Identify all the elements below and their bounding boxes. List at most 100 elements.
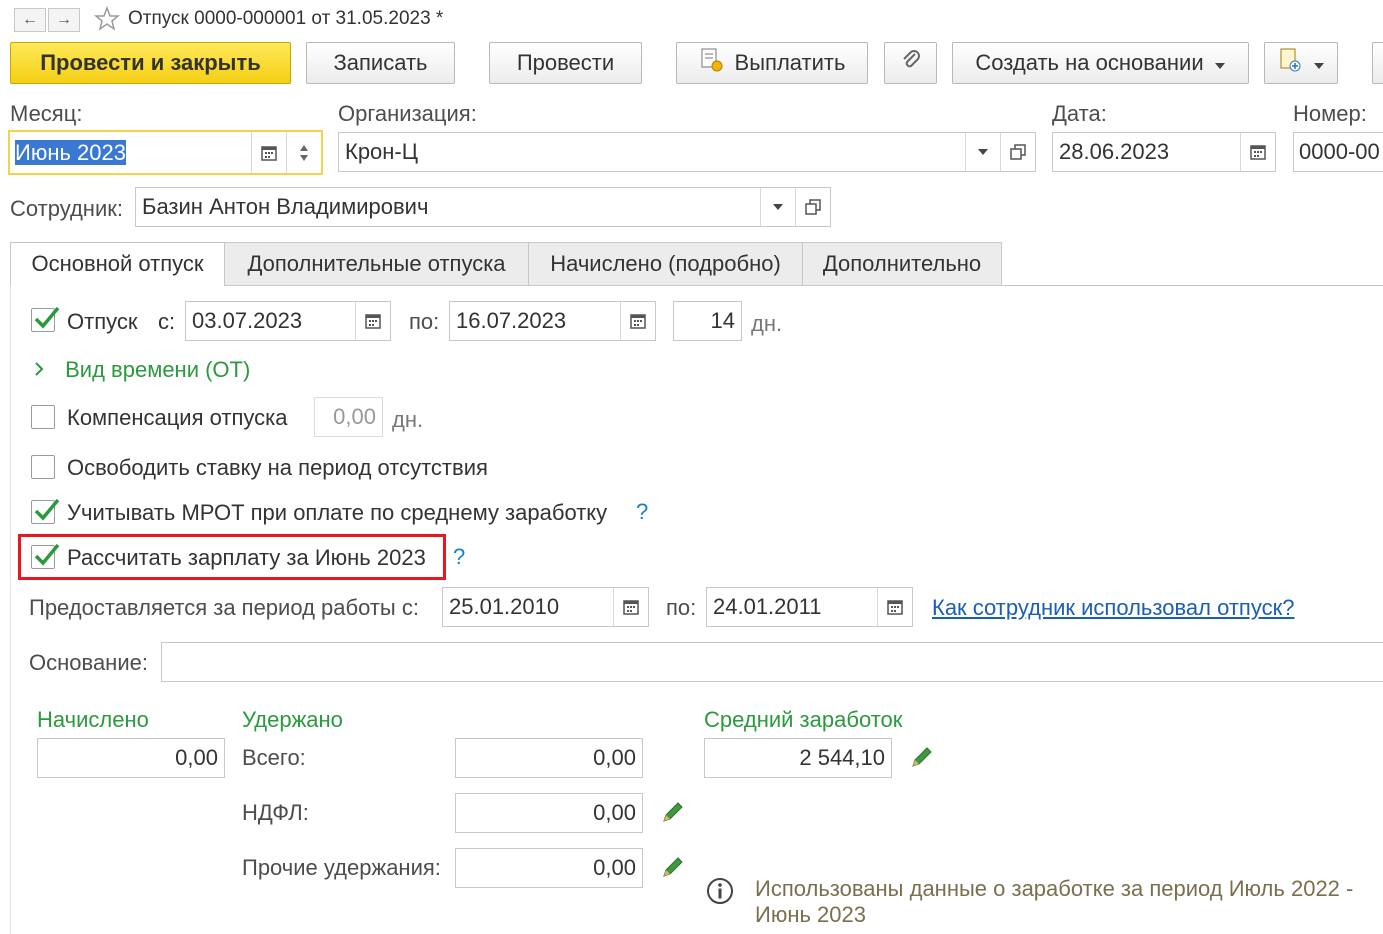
number-label: Номер:	[1293, 101, 1367, 126]
mrot-checkbox[interactable]	[31, 498, 60, 524]
compensation-checkbox[interactable]	[31, 405, 55, 429]
ndfl-field: 0,00	[455, 793, 643, 833]
employee-label: Сотрудник:	[10, 196, 123, 221]
number-input[interactable]: 0000-00	[1294, 139, 1383, 165]
info-text: Использованы данные о заработке за перио…	[755, 876, 1354, 927]
print-menu-button[interactable]	[1264, 42, 1338, 84]
post-button[interactable]: Провести	[489, 42, 642, 84]
period-to-field[interactable]: 24.01.2011	[706, 587, 913, 627]
info-icon	[706, 877, 734, 905]
tab-additional[interactable]: Дополнительно	[802, 242, 1002, 286]
ndfl-value: 0,00	[593, 800, 636, 825]
average-earnings-field: 2 544,10	[704, 738, 892, 778]
pencil-icon[interactable]	[909, 744, 935, 770]
average-earnings-title: Средний заработок	[704, 707, 903, 732]
vacation-usage-link[interactable]: Как сотрудник использовал отпуск?	[932, 595, 1294, 621]
time-type-label: Вид времени (ОТ)	[65, 357, 251, 382]
calendar-icon[interactable]	[355, 302, 390, 340]
payment-icon	[699, 47, 725, 79]
paperclip-icon	[899, 48, 923, 78]
calendar-icon[interactable]	[251, 132, 286, 173]
open-form-icon[interactable]	[795, 188, 830, 226]
pay-button[interactable]: Выплатить	[676, 42, 868, 84]
days-input[interactable]: 14	[674, 308, 741, 334]
other-deductions-value: 0,00	[593, 855, 636, 880]
calc-salary-label: Рассчитать зарплату за Июнь 2023	[67, 545, 426, 570]
compensation-unit: дн.	[392, 407, 424, 432]
create-based-on-button[interactable]: Создать на основании	[952, 42, 1249, 84]
month-input[interactable]: Июнь 2023	[15, 139, 126, 165]
vacation-checkbox[interactable]	[31, 306, 60, 332]
total-label: Всего:	[242, 745, 306, 770]
release-rate-label: Освободить ставку на период отсутствия	[67, 455, 488, 480]
tab-main-vacation[interactable]: Основной отпуск	[10, 242, 225, 286]
month-field[interactable]: Июнь 2023	[8, 130, 323, 175]
days-field[interactable]: 14	[673, 301, 742, 341]
period-label: Предоставляется за период работы с:	[29, 595, 419, 620]
basis-field[interactable]	[161, 642, 1383, 682]
period-from-input[interactable]: 25.01.2010	[443, 594, 613, 620]
month-label: Месяц:	[10, 101, 83, 126]
mrot-label: Учитывать МРОТ при оплате по среднему за…	[67, 500, 608, 525]
calendar-icon[interactable]	[1240, 133, 1275, 171]
to-label: по:	[409, 309, 440, 334]
release-rate-checkbox[interactable]	[31, 455, 55, 479]
from-label: с:	[158, 309, 176, 334]
chevron-down-icon[interactable]	[760, 188, 795, 226]
star-icon[interactable]	[93, 5, 121, 32]
accrued-title: Начислено	[37, 707, 149, 732]
average-earnings-value: 2 544,10	[799, 745, 885, 770]
document-add-icon	[1277, 47, 1303, 79]
organization-input[interactable]: Крон-Ц	[339, 139, 965, 165]
calc-salary-help-icon[interactable]: ?	[453, 544, 465, 570]
employee-input[interactable]: Базин Антон Владимирович	[136, 194, 760, 220]
pencil-icon[interactable]	[660, 799, 686, 825]
checkmark-icon	[34, 543, 60, 566]
compensation-label: Компенсация отпуска	[67, 405, 288, 430]
vacation-from-input[interactable]: 03.07.2023	[186, 308, 355, 334]
calc-salary-checkbox[interactable]	[31, 543, 60, 569]
other-deductions-label: Прочие удержания:	[242, 855, 441, 880]
date-input[interactable]: 28.06.2023	[1053, 139, 1240, 165]
other-deductions-field: 0,00	[455, 848, 643, 888]
basis-label: Основание:	[29, 650, 148, 675]
checkmark-icon	[34, 498, 60, 521]
period-to-label: по:	[666, 595, 697, 620]
month-spinner[interactable]	[286, 132, 321, 173]
period-to-input[interactable]: 24.01.2011	[707, 594, 877, 620]
save-button[interactable]: Записать	[306, 42, 455, 84]
pencil-icon[interactable]	[660, 854, 686, 880]
calendar-icon[interactable]	[620, 302, 655, 340]
days-unit: дн.	[751, 311, 783, 336]
chevron-down-icon	[1214, 50, 1226, 76]
vacation-to-input[interactable]: 16.07.2023	[450, 308, 620, 334]
mrot-help-icon[interactable]: ?	[636, 499, 648, 525]
calendar-icon[interactable]	[613, 588, 648, 626]
date-field[interactable]: 28.06.2023	[1052, 132, 1276, 172]
open-form-icon[interactable]	[1000, 133, 1035, 171]
post-and-close-button[interactable]: Провести и закрыть	[10, 42, 291, 84]
checkmark-icon	[34, 306, 60, 329]
chevron-right-icon	[33, 357, 53, 383]
ndfl-label: НДФЛ:	[242, 800, 309, 825]
organization-field[interactable]: Крон-Ц	[338, 132, 1036, 172]
number-field[interactable]: 0000-00	[1293, 132, 1383, 172]
panel-border	[10, 286, 11, 934]
withheld-title: Удержано	[242, 707, 343, 732]
withheld-total-field: 0,00	[455, 738, 643, 778]
accrued-field: 0,00	[37, 738, 225, 778]
tab-accrued-detailed[interactable]: Начислено (подробно)	[528, 242, 803, 286]
period-from-field[interactable]: 25.01.2010	[442, 587, 649, 627]
attach-button[interactable]	[884, 42, 937, 84]
calendar-icon[interactable]	[877, 588, 912, 626]
chevron-down-icon[interactable]	[965, 133, 1000, 171]
more-button[interactable]	[1372, 42, 1383, 84]
tab-additional-vacations[interactable]: Дополнительные отпуска	[224, 242, 529, 286]
employee-field[interactable]: Базин Антон Владимирович	[135, 187, 831, 227]
forward-button[interactable]: →	[48, 8, 80, 32]
time-type-toggle[interactable]: Вид времени (ОТ)	[33, 357, 250, 383]
window-title: Отпуск 0000-000001 от 31.05.2023 *	[128, 8, 444, 29]
vacation-to-field[interactable]: 16.07.2023	[449, 301, 656, 341]
back-button[interactable]: ←	[14, 8, 46, 32]
vacation-from-field[interactable]: 03.07.2023	[185, 301, 391, 341]
